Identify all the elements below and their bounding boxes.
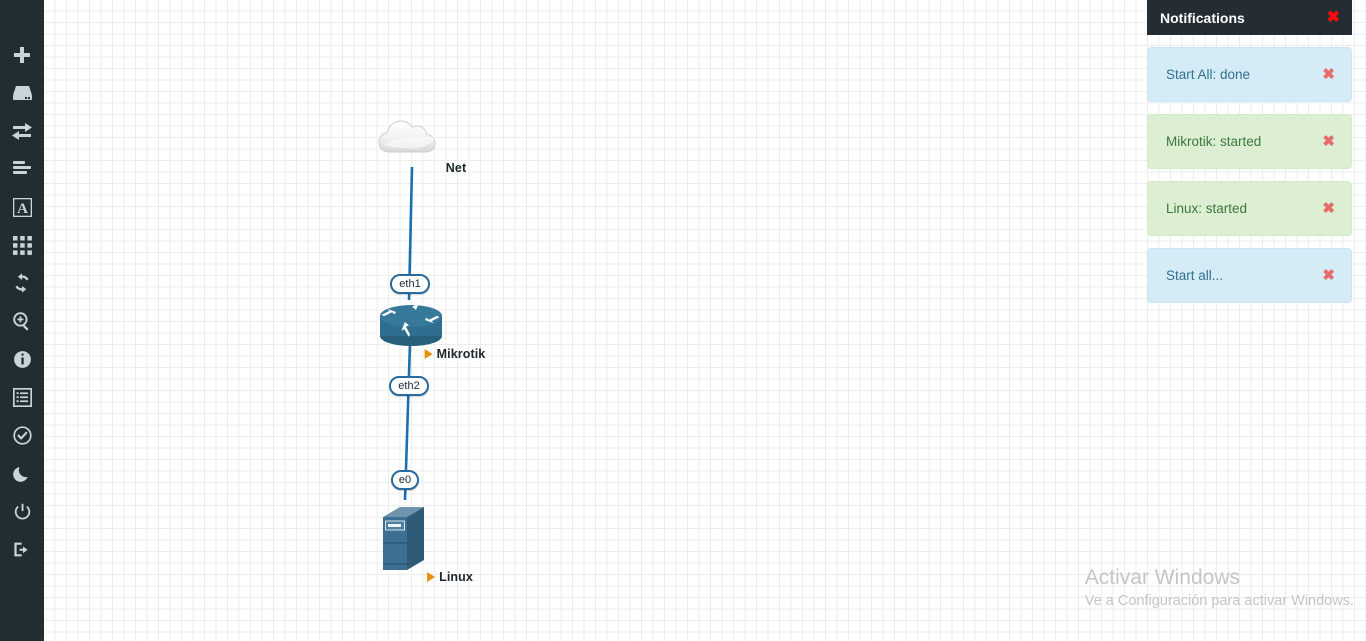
sidebar-item-add-link[interactable] [0,112,44,150]
moon-icon [12,464,32,483]
notification-text: Linux: started [1166,201,1248,216]
node-label-net[interactable]: Net [446,161,466,175]
notifications-title: Notifications [1160,9,1245,26]
node-label-mikrotik[interactable]: Mikrotik [424,347,486,361]
watermark-title: Activar Windows [1084,566,1240,589]
close-icon[interactable]: ✖ [1322,268,1335,283]
zoom-in-icon [12,311,32,331]
notification-text: Start All: done [1166,67,1251,82]
node-label-linux[interactable]: Linux [427,570,473,584]
sidebar-item-power[interactable] [0,492,44,530]
arrows-lr-icon [11,122,33,140]
sidebar-item-add-text[interactable] [0,150,44,188]
sidebar-item-dark-mode[interactable] [0,454,44,492]
close-icon[interactable]: ✖ [1322,201,1335,216]
node-net[interactable] [378,120,436,153]
sidebar-item-nodes-list[interactable] [0,378,44,416]
play-icon-mikrotik [424,349,433,359]
notification-text: Start all... [1166,268,1224,283]
sidebar-item-status[interactable] [0,416,44,454]
svg-text:A: A [17,201,28,217]
logout-icon [12,540,32,559]
sidebar-item-info[interactable] [0,340,44,378]
notification-item[interactable]: Linux: started ✖ [1147,181,1352,236]
align-left-icon [12,160,32,178]
notifications-close-icon[interactable]: ✖ [1327,9,1340,26]
close-icon[interactable]: ✖ [1322,134,1335,149]
emulator-app: A Net Mikrotik Linux eth1 eth2 e0 Activa… [0,0,1366,641]
watermark-subtitle: Ve a Configuración para activar Windows. [1084,593,1354,609]
text-a-icon: A [12,197,32,217]
node-label-mikrotik-text: Mikrotik [436,347,486,361]
network-box-icon [12,84,33,102]
notification-item[interactable]: Mikrotik: started ✖ [1147,114,1352,169]
sidebar-item-add-node[interactable] [0,36,44,74]
plus-icon [12,45,32,65]
power-icon [13,502,32,521]
sidebar-item-text-tool[interactable]: A [0,188,44,226]
refresh-icon [12,273,32,293]
sidebar-item-grid[interactable] [0,226,44,264]
sidebar-item-logout[interactable] [0,530,44,568]
close-icon[interactable]: ✖ [1322,67,1335,82]
interface-label-eth1[interactable]: eth1 [390,274,430,294]
check-circle-icon [12,425,32,445]
notification-item[interactable]: Start all... ✖ [1147,248,1352,303]
grid-icon [12,235,32,255]
sidebar-item-zoom[interactable] [0,302,44,340]
info-circle-icon [13,350,32,369]
notification-item[interactable]: Start All: done ✖ [1147,47,1352,102]
notifications-header: Notifications ✖ [1147,0,1352,35]
sidebar-item-refresh[interactable] [0,264,44,302]
interface-label-eth2[interactable]: eth2 [389,376,429,396]
windows-activation-watermark: Activar Windows Ve a Configuración para … [1085,565,1354,611]
node-label-linux-text: Linux [439,570,473,584]
interface-label-e0[interactable]: e0 [391,470,419,490]
node-label-net-text: Net [445,161,467,175]
node-linux[interactable] [383,507,424,570]
play-icon-linux [427,572,436,582]
node-mikrotik[interactable] [380,295,442,346]
sidebar-item-add-network[interactable] [0,74,44,112]
notification-text: Mikrotik: started [1166,134,1262,149]
left-toolbar: A [0,0,44,641]
list-icon [12,387,32,407]
notifications-panel: Notifications ✖ Start All: done ✖ Mikrot… [1147,0,1352,303]
